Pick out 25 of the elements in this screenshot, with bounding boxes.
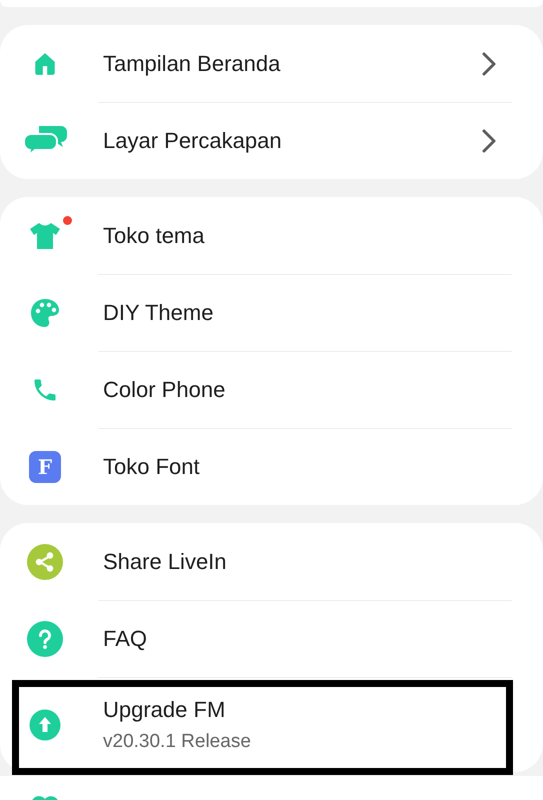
item-label: Upgrade FM <box>103 697 226 723</box>
item-label: Toko Font <box>103 454 201 480</box>
item-label: Color Phone <box>103 377 226 403</box>
settings-item[interactable]: Share LiveIn <box>0 523 543 600</box>
settings-item[interactable]: Upgrade FM v20.30.1 Release <box>0 677 543 772</box>
palette-icon <box>30 298 60 328</box>
settings-item[interactable]: Color Phone <box>0 351 543 428</box>
item-label: Toko tema <box>103 222 206 248</box>
settings-item[interactable]: F Toko Font <box>0 428 543 505</box>
item-label: Share LiveIn <box>103 548 228 574</box>
help-icon <box>26 620 64 658</box>
settings-item[interactable]: DIY Theme <box>0 274 543 351</box>
item-label: FAQ <box>103 626 148 652</box>
upgrade-icon <box>29 708 61 740</box>
shirt-icon <box>29 222 61 250</box>
settings-item[interactable]: Toko tema <box>0 197 543 274</box>
share-icon <box>26 542 64 580</box>
item-label: Layar Percakapan <box>103 128 283 154</box>
settings-item[interactable]: Tampilan Beranda <box>0 25 543 102</box>
item-label: Tampilan Beranda <box>103 50 282 76</box>
font-icon: F <box>29 450 61 482</box>
settings-item[interactable]: Layar Percakapan <box>0 102 543 179</box>
settings-item[interactable]: FAQ <box>0 600 543 677</box>
item-subtitle: v20.30.1 Release <box>103 731 252 753</box>
item-label: DIY Theme <box>103 300 214 326</box>
